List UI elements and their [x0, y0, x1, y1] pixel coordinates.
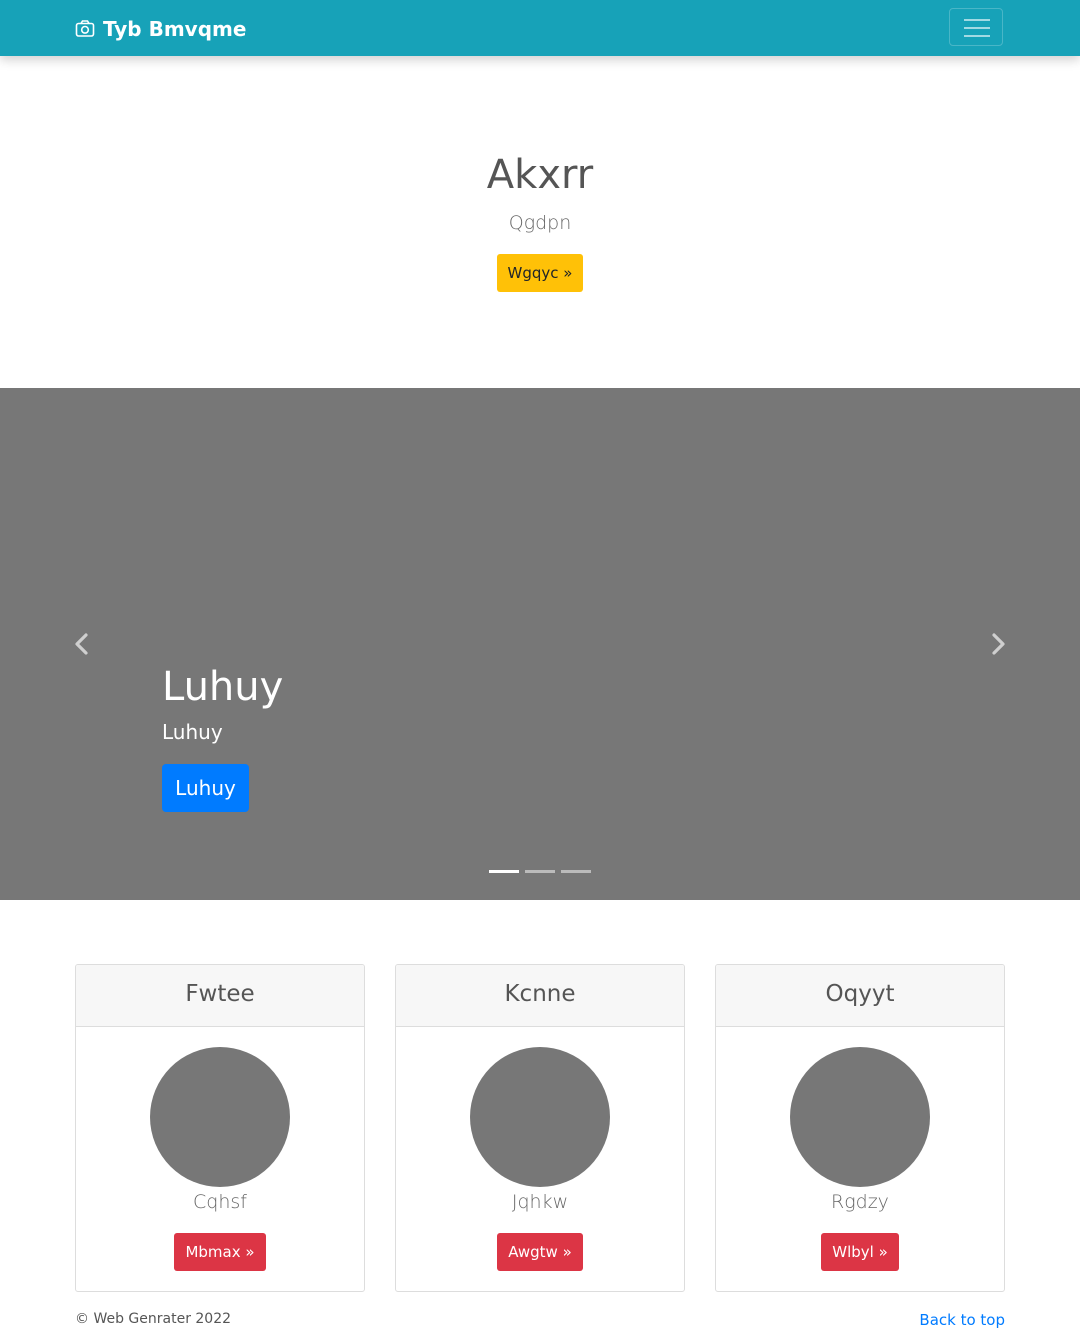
carousel-indicator-3[interactable] — [561, 870, 591, 873]
menu-icon — [964, 19, 990, 37]
avatar — [150, 1047, 290, 1187]
navbar: Tyb Bmvqme — [0, 0, 1080, 56]
hero-button[interactable]: Wgqyc » — [497, 254, 583, 292]
carousel-button[interactable]: Luhuy — [162, 764, 249, 812]
card-header: Fwtee — [76, 965, 364, 1027]
hero-title: Akxrr — [486, 152, 594, 198]
carousel-next-button[interactable] — [988, 632, 1008, 656]
card-name: Cqhsf — [193, 1191, 247, 1213]
hero-lead: Qgdpn — [508, 212, 572, 234]
card-button[interactable]: Awgtw » — [497, 1233, 583, 1271]
carousel-indicator-1[interactable] — [489, 870, 519, 873]
avatar — [790, 1047, 930, 1187]
hero-section: Akxrr Qgdpn Wgqyc » — [0, 56, 1080, 388]
card-header: Oqyyt — [716, 965, 1004, 1027]
card-name: Rgdzy — [831, 1191, 889, 1213]
carousel: Luhuy Luhuy Luhuy — [0, 388, 1080, 900]
carousel-caption-text: Luhuy — [162, 720, 223, 744]
navbar-toggler-button[interactable] — [949, 8, 1003, 46]
card-button[interactable]: Mbmax » — [174, 1233, 266, 1271]
back-to-top-link[interactable]: Back to top — [919, 1311, 1005, 1329]
footer-copyright: © Web Genrater 2022 — [75, 1311, 232, 1327]
card-button[interactable]: Wlbyl » — [821, 1233, 899, 1271]
card-name: Jqhkw — [511, 1191, 569, 1213]
carousel-indicators — [489, 870, 599, 876]
avatar — [470, 1047, 610, 1187]
chevron-right-icon — [992, 633, 1005, 655]
camera-icon — [75, 20, 95, 37]
brand-name: Tyb Bmvqme — [103, 17, 247, 41]
card-header: Kcnne — [396, 965, 684, 1027]
card: Oqyyt Rgdzy Wlbyl » — [715, 964, 1005, 1292]
chevron-left-icon — [75, 633, 88, 655]
carousel-prev-button[interactable] — [72, 632, 92, 656]
brand-link[interactable]: Tyb Bmvqme — [75, 16, 246, 42]
carousel-caption-title: Luhuy — [162, 664, 284, 710]
carousel-indicator-2[interactable] — [525, 870, 555, 873]
card: Kcnne Jqhkw Awgtw » — [395, 964, 685, 1292]
card: Fwtee Cqhsf Mbmax » — [75, 964, 365, 1292]
